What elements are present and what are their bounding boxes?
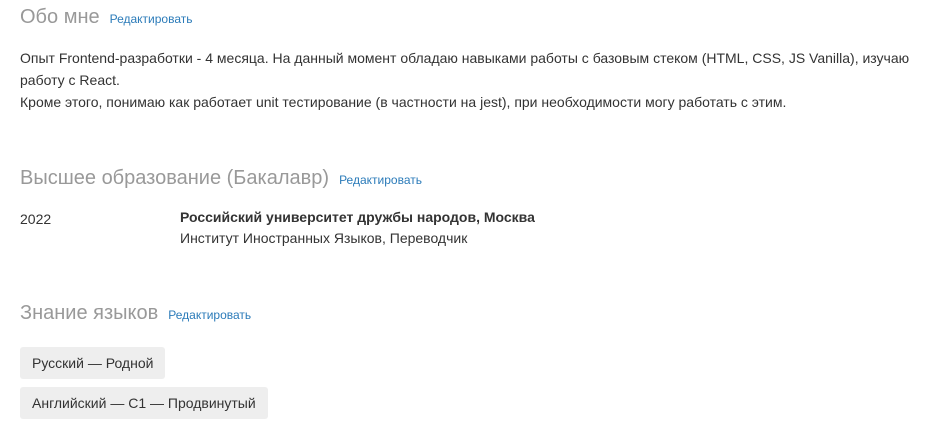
languages-title: Знание языков [20,302,159,324]
education-faculty: Институт Иностранных Языков, Переводчик [180,230,468,246]
language-chip-english: Английский — C1 — Продвинутый [20,387,268,419]
about-paragraph-1: Опыт Frontend-разработки - 4 месяца. На … [20,50,910,88]
about-paragraph-2: Кроме этого, понимаю как работает unit т… [20,94,787,110]
about-edit-link[interactable]: Редактировать [110,12,193,26]
education-section-header: Высшее образование (Бакалавр) Редактиров… [20,166,422,190]
education-university: Российский университет дружбы народов, М… [180,209,535,225]
about-section-header: Обо мне Редактировать [20,5,193,29]
education-edit-link[interactable]: Редактировать [339,173,422,187]
education-info: Российский университет дружбы народов, М… [180,207,535,249]
languages-section-header: Знание языков Редактировать [20,301,251,325]
language-chip-russian: Русский — Родной [20,347,166,379]
languages-edit-link[interactable]: Редактировать [168,308,251,322]
about-text: Опыт Frontend-разработки - 4 месяца. На … [20,47,920,113]
about-title: Обо мне [20,6,100,28]
education-year: 2022 [20,211,52,227]
education-title: Высшее образование (Бакалавр) [20,167,330,189]
